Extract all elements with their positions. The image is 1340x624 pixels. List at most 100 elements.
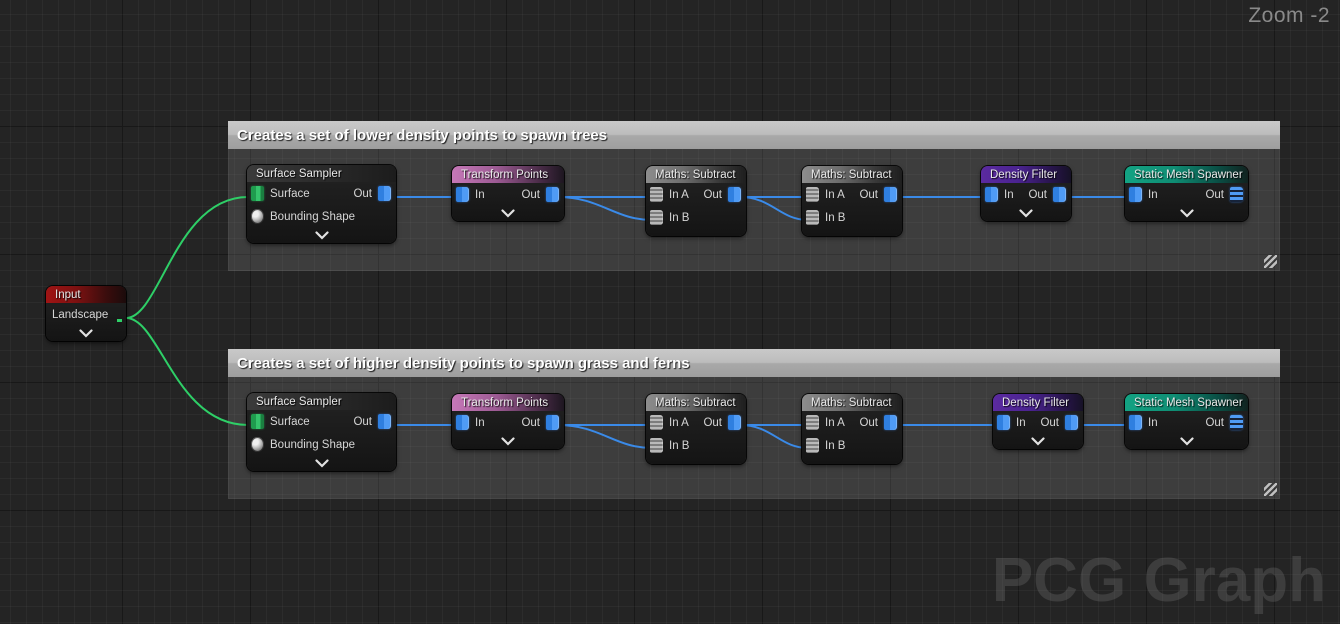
input-pin-surface-icon[interactable] (251, 186, 264, 201)
node-title[interactable]: Static Mesh Spawner (1125, 394, 1248, 411)
pin-row[interactable]: In Out (452, 183, 564, 206)
node-surface-sampler[interactable]: Surface Sampler Surface Out Bounding Sha… (247, 165, 396, 243)
expand-chevron-down-icon[interactable] (981, 206, 1071, 221)
pin-row[interactable]: In Out (1125, 411, 1248, 434)
input-pin-in-b-icon[interactable] (650, 438, 663, 453)
pin-row[interactable]: In Out (981, 183, 1071, 206)
input-pin-in-a-icon[interactable] (806, 187, 819, 202)
pin-row[interactable]: In B (646, 434, 746, 457)
node-body: In Out (993, 411, 1083, 449)
output-pin-out-icon[interactable] (1053, 187, 1066, 202)
pin-row[interactable]: In A Out (802, 411, 902, 434)
output-pin-out-icon[interactable] (378, 414, 391, 429)
pin-row[interactable]: Bounding Shape (247, 205, 396, 228)
node-surface-sampler[interactable]: Surface Sampler Surface Out Bounding Sha… (247, 393, 396, 471)
node-maths-subtract[interactable]: Maths: Subtract In A Out In B (802, 166, 902, 236)
node-input[interactable]: Input Landscape (46, 286, 126, 341)
comment-title[interactable]: Creates a set of higher density points t… (228, 349, 1280, 377)
node-title[interactable]: Surface Sampler (247, 393, 396, 410)
input-pin-bounding-shape-icon[interactable] (251, 209, 264, 224)
pin-row[interactable]: Landscape (46, 303, 126, 326)
pin-row[interactable]: In B (646, 206, 746, 229)
expand-chevron-down-icon[interactable] (247, 228, 396, 243)
node-title[interactable]: Maths: Subtract (802, 394, 902, 411)
expand-chevron-down-icon[interactable] (1125, 206, 1248, 221)
node-static-mesh-spawner[interactable]: Static Mesh Spawner In Out (1125, 166, 1248, 221)
pin-row[interactable]: In Out (452, 411, 564, 434)
node-maths-subtract[interactable]: Maths: Subtract In A Out In B (802, 394, 902, 464)
node-transform-points[interactable]: Transform Points In Out (452, 166, 564, 221)
input-pin-bounding-shape-icon[interactable] (251, 437, 264, 452)
node-title[interactable]: Maths: Subtract (646, 394, 746, 411)
pin-row[interactable]: Bounding Shape (247, 433, 396, 456)
node-density-filter[interactable]: Density Filter In Out (993, 394, 1083, 449)
expand-chevron-down-icon[interactable] (993, 434, 1083, 449)
output-pin-out-icon[interactable] (546, 415, 559, 430)
node-title[interactable]: Maths: Subtract (646, 166, 746, 183)
node-static-mesh-spawner[interactable]: Static Mesh Spawner In Out (1125, 394, 1248, 449)
expand-chevron-down-icon[interactable] (1125, 434, 1248, 449)
pin-row[interactable]: In B (802, 206, 902, 229)
input-pin-in-icon[interactable] (1129, 415, 1142, 430)
pin-row[interactable]: Surface Out (247, 182, 396, 205)
output-pin-out-icon[interactable] (884, 187, 897, 202)
output-pin-out-icon[interactable] (728, 415, 741, 430)
expand-chevron-down-icon[interactable] (46, 326, 126, 341)
output-pin-out-icon[interactable] (1230, 415, 1243, 430)
resize-grip-icon[interactable] (1264, 255, 1277, 268)
pin-row[interactable]: In Out (1125, 183, 1248, 206)
graph-canvas[interactable]: Creates a set of lower density points to… (0, 0, 1340, 624)
input-pin-in-icon[interactable] (456, 187, 469, 202)
node-maths-subtract[interactable]: Maths: Subtract In A Out In B (646, 166, 746, 236)
node-title[interactable]: Transform Points (452, 394, 564, 411)
node-title[interactable]: Input (46, 286, 126, 303)
node-body: In A Out In B (646, 411, 746, 464)
node-title[interactable]: Static Mesh Spawner (1125, 166, 1248, 183)
pin-label: Out (353, 187, 372, 200)
pin-row[interactable]: In Out (993, 411, 1083, 434)
output-pin-out-icon[interactable] (884, 415, 897, 430)
pin-tail-icon (117, 318, 122, 322)
input-pin-in-a-icon[interactable] (650, 415, 663, 430)
pin-row[interactable]: Surface Out (247, 410, 396, 433)
pin-row[interactable]: In A Out (802, 183, 902, 206)
node-maths-subtract[interactable]: Maths: Subtract In A Out In B (646, 394, 746, 464)
node-title[interactable]: Density Filter (981, 166, 1071, 183)
pin-row[interactable]: In B (802, 434, 902, 457)
output-pin-out-icon[interactable] (378, 186, 391, 201)
input-pin-in-a-icon[interactable] (806, 415, 819, 430)
resize-grip-icon[interactable] (1264, 483, 1277, 496)
pin-row[interactable]: In A Out (646, 183, 746, 206)
input-pin-in-icon[interactable] (985, 187, 998, 202)
input-pin-in-icon[interactable] (456, 415, 469, 430)
node-transform-points[interactable]: Transform Points In Out (452, 394, 564, 449)
input-pin-in-icon[interactable] (1129, 187, 1142, 202)
pin-label: Out (521, 188, 540, 201)
input-pin-surface-icon[interactable] (251, 414, 264, 429)
output-pin-out-icon[interactable] (546, 187, 559, 202)
input-pin-in-b-icon[interactable] (806, 210, 819, 225)
input-pin-in-b-icon[interactable] (806, 438, 819, 453)
output-pin-out-icon[interactable] (1230, 187, 1243, 202)
node-title[interactable]: Maths: Subtract (802, 166, 902, 183)
output-pin-out-icon[interactable] (728, 187, 741, 202)
expand-chevron-down-icon[interactable] (452, 434, 564, 449)
input-pin-in-a-icon[interactable] (650, 187, 663, 202)
output-pin-out-icon[interactable] (1065, 415, 1078, 430)
node-body: In Out (981, 183, 1071, 221)
node-title[interactable]: Surface Sampler (247, 165, 396, 182)
node-title[interactable]: Density Filter (993, 394, 1083, 411)
node-title[interactable]: Transform Points (452, 166, 564, 183)
pin-row[interactable]: In A Out (646, 411, 746, 434)
comment-title[interactable]: Creates a set of lower density points to… (228, 121, 1280, 149)
pin-label: Surface (270, 187, 310, 200)
expand-chevron-down-icon[interactable] (247, 456, 396, 471)
input-pin-in-icon[interactable] (997, 415, 1010, 430)
node-body: Surface Out Bounding Shape (247, 182, 396, 243)
zoom-level-label: Zoom -2 (1248, 4, 1330, 27)
node-density-filter[interactable]: Density Filter In Out (981, 166, 1071, 221)
pin-label: Out (859, 416, 878, 429)
input-pin-in-b-icon[interactable] (650, 210, 663, 225)
pin-label: Bounding Shape (270, 210, 356, 223)
expand-chevron-down-icon[interactable] (452, 206, 564, 221)
